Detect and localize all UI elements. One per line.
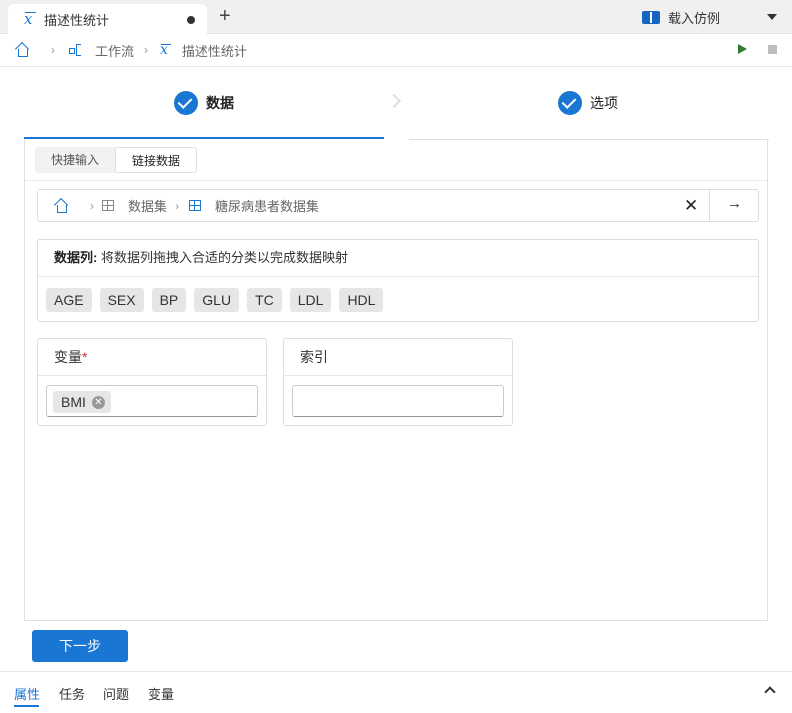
data-columns-header: 数据列: 将数据列拖拽入合适的分类以完成数据映射 [38, 240, 758, 277]
column-chip[interactable]: GLU [194, 288, 240, 312]
xbar-icon: x [160, 42, 171, 58]
tab-descriptive-stats[interactable]: x 描述性统计 [8, 4, 207, 34]
breadcrumb: › 工作流 › x 描述性统计 [0, 34, 792, 67]
path-selected: 糖尿病患者数据集 [215, 199, 320, 214]
step-options-label: 选项 [590, 95, 618, 111]
unsaved-dot-icon[interactable] [187, 16, 195, 24]
active-tab-underline [14, 705, 39, 707]
breadcrumb-workflow[interactable]: 工作流 [95, 41, 134, 60]
panel-divider [409, 139, 769, 140]
step-data[interactable]: 数据 [174, 91, 234, 115]
breadcrumb-sep: › [51, 43, 55, 57]
add-tab-icon[interactable]: + [219, 5, 231, 27]
table-icon [189, 200, 202, 211]
tab-tasks[interactable]: 任务 [59, 684, 85, 703]
column-chip[interactable]: LDL [289, 288, 332, 312]
index-box: 索引 [283, 338, 513, 426]
breadcrumb-sep: › [144, 43, 149, 57]
index-drop-field[interactable] [292, 385, 504, 417]
index-header: 索引 [284, 339, 512, 376]
path-sep: › [175, 198, 180, 213]
path-dataset[interactable]: 数据集 [128, 196, 167, 215]
column-chip[interactable]: HDL [339, 288, 384, 312]
input-mode-tabs: 快捷输入 链接数据 [35, 147, 198, 173]
variable-header: 变量* [38, 339, 266, 376]
column-chips: AGE SEX BP GLU TC LDL HDL [38, 277, 758, 312]
column-chip[interactable]: TC [247, 288, 282, 312]
chevron-down-icon[interactable] [767, 14, 777, 20]
check-circle-icon [174, 91, 198, 115]
variable-box: 变量* BMI ✕ [37, 338, 267, 426]
data-columns-hint: 将数据列拖拽入合适的分类以完成数据映射 [97, 250, 348, 265]
variable-drop-field[interactable]: BMI ✕ [46, 385, 258, 417]
book-icon [642, 11, 660, 24]
load-example-label: 载入仿例 [668, 11, 721, 26]
divider [709, 190, 710, 221]
stop-icon[interactable] [768, 45, 777, 54]
index-title: 索引 [300, 349, 328, 365]
xbar-icon: x [24, 10, 38, 28]
close-icon[interactable]: ✕ [684, 196, 698, 216]
tab-properties[interactable]: 属性 [14, 684, 40, 703]
arrow-right-icon[interactable]: → [727, 195, 742, 212]
check-circle-icon [558, 91, 582, 115]
dataset-path: › 数据集 › 糖尿病患者数据集 ✕ → [37, 189, 759, 222]
workflow-icon [69, 44, 81, 56]
tab-problems[interactable]: 问题 [103, 684, 129, 703]
column-chip[interactable]: AGE [46, 288, 92, 312]
next-button[interactable]: 下一步 [32, 630, 128, 662]
required-mark: * [82, 349, 88, 365]
breadcrumb-current: 描述性统计 [181, 43, 247, 59]
step-arrow-icon [386, 93, 402, 109]
variable-tag[interactable]: BMI ✕ [53, 391, 111, 413]
column-chip[interactable]: SEX [99, 288, 144, 312]
bottom-panel-tabs: 属性 任务 问题 变量 [0, 671, 792, 713]
tab-link-data[interactable]: 链接数据 [115, 147, 198, 173]
variable-title: 变量 [54, 349, 82, 365]
step-data-label: 数据 [206, 95, 234, 111]
data-columns-box: 数据列: 将数据列拖拽入合适的分类以完成数据映射 AGE SEX BP GLU … [37, 239, 759, 322]
column-chip[interactable]: BP [151, 288, 187, 312]
tab-quick-input[interactable]: 快捷输入 [35, 147, 115, 173]
chevron-up-icon[interactable] [764, 686, 776, 698]
tab-title: 描述性统计 [44, 12, 110, 28]
run-icon[interactable] [738, 44, 747, 54]
home-icon[interactable] [15, 44, 29, 57]
data-panel: 快捷输入 链接数据 › 数据集 › 糖尿病患者数据集 ✕ → 数据列: 将数据列… [24, 139, 769, 621]
home-icon[interactable] [54, 200, 68, 213]
table-icon [102, 200, 114, 211]
path-sep: › [90, 198, 94, 213]
load-example-button[interactable]: 载入仿例 [642, 8, 720, 27]
data-columns-title: 数据列: [54, 250, 98, 265]
variable-tag-label: BMI [61, 394, 86, 410]
divider [25, 180, 767, 181]
tab-variables[interactable]: 变量 [148, 684, 174, 703]
remove-tag-icon[interactable]: ✕ [91, 395, 105, 409]
step-options[interactable]: 选项 [558, 91, 618, 115]
